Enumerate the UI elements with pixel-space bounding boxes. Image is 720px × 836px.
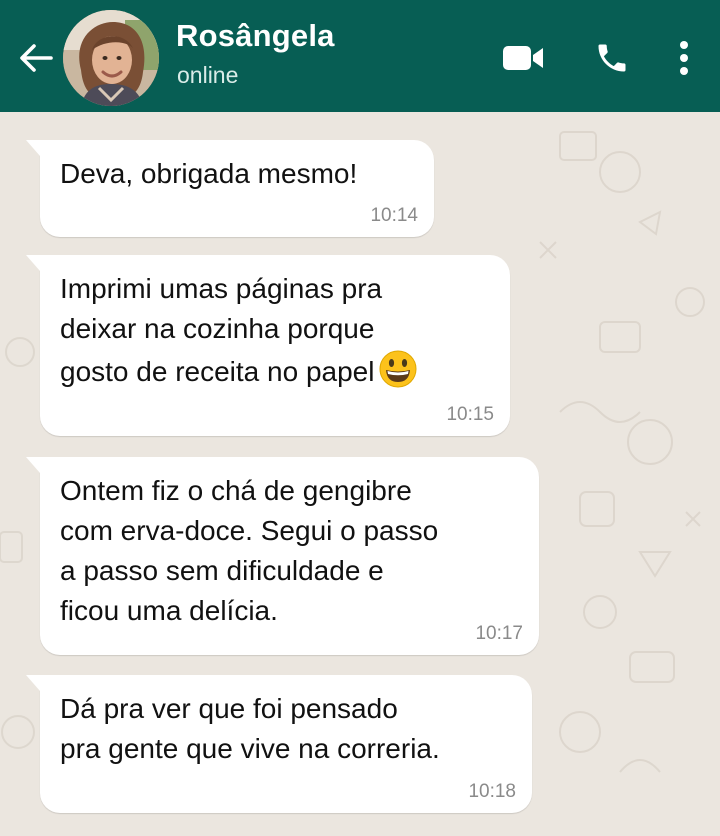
- message-text: Imprimi umas páginas pra deixar na cozin…: [60, 273, 383, 387]
- message-text: Dá pra ver que foi pensado pra gente que…: [60, 693, 440, 764]
- avatar[interactable]: [63, 10, 159, 106]
- message-time: 10:18: [468, 781, 516, 802]
- message-text: Deva, obrigada mesmo!: [60, 158, 358, 189]
- voice-call-button[interactable]: [588, 34, 636, 82]
- arrow-left-icon: [20, 44, 53, 72]
- message-bubble[interactable]: Ontem fiz o chá de gengibre com erva-doc…: [26, 457, 539, 655]
- phone-icon: [598, 44, 626, 72]
- message-text-wrapper: Imprimi umas páginas pra deixar na cozin…: [60, 269, 490, 400]
- message-text: Ontem fiz o chá de gengibre com erva-doc…: [60, 475, 439, 626]
- grinning-face-emoji: [378, 349, 418, 400]
- avatar-photo: [63, 10, 159, 106]
- chat-header: Rosângela online: [0, 0, 720, 112]
- message-bubble[interactable]: Imprimi umas páginas pra deixar na cozin…: [26, 255, 510, 436]
- back-button[interactable]: [14, 36, 58, 80]
- more-options-button[interactable]: [666, 34, 702, 82]
- message-bubble[interactable]: Dá pra ver que foi pensado pra gente que…: [26, 675, 532, 813]
- message-time: 10:17: [475, 623, 523, 644]
- contact-status: online: [177, 62, 239, 88]
- message-time: 10:14: [370, 205, 418, 226]
- video-camera-icon: [503, 46, 543, 70]
- message-bubble[interactable]: Deva, obrigada mesmo! 10:14: [26, 140, 434, 237]
- message-time: 10:15: [446, 404, 494, 425]
- more-vertical-icon: [680, 41, 688, 75]
- contact-name[interactable]: Rosângela: [176, 18, 335, 54]
- video-call-button[interactable]: [498, 36, 548, 80]
- chat-area[interactable]: Deva, obrigada mesmo! 10:14 Imprimi umas…: [0, 112, 720, 836]
